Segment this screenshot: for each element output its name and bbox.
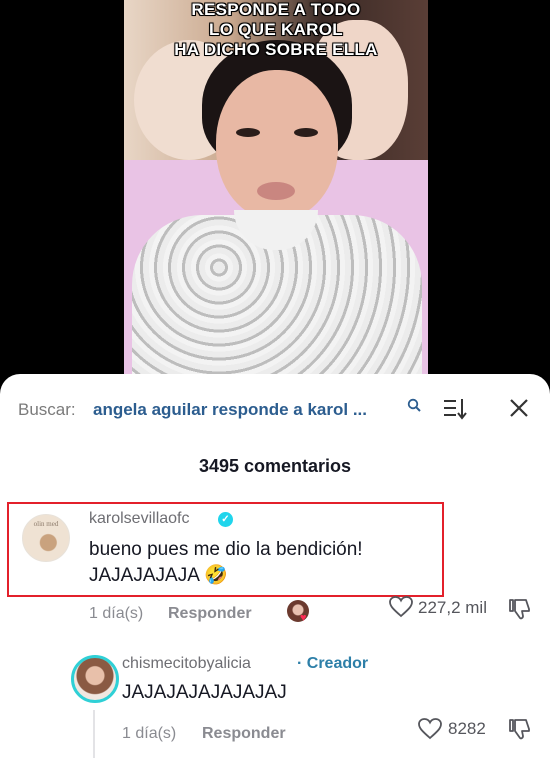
speaker-eye-right (294, 128, 318, 137)
speaker-mouth (257, 182, 295, 200)
comments-count: 3495 comentarios (198, 456, 352, 476)
comment-text-line: bueno pues me dio la bendición! (89, 539, 363, 560)
avatar[interactable]: olin med (22, 514, 70, 562)
video-caption-line: HA DICHO SOBRE ELLA (174, 40, 378, 59)
reply-text: JAJAJAJAJAJAJAJ (122, 682, 287, 703)
like-count: 8282 (448, 719, 486, 738)
comment-username[interactable]: karolsevillaofc (89, 510, 189, 528)
creator-badge: · Creador (297, 655, 369, 672)
reply-date: 1 día(s) (122, 725, 177, 742)
video-caption: RESPONDE A TODO LO QUE KAROL HA DICHO SO… (124, 0, 428, 60)
search-query-link[interactable]: angela aguilar responde a karol ... (93, 400, 367, 420)
thread-line (93, 710, 95, 758)
like-heart-icon[interactable] (418, 718, 442, 740)
creator-liked-heart-icon: ♥ (300, 612, 307, 624)
reply-button[interactable]: Responder (168, 605, 252, 623)
reply-username[interactable]: chismecitobyalicia (122, 655, 251, 673)
like-heart-icon[interactable] (389, 596, 413, 618)
sort-icon[interactable] (442, 397, 468, 421)
verified-badge-icon: ✓ (218, 512, 233, 527)
dislike-icon[interactable] (507, 717, 531, 741)
comment-text: bueno pues me dio la bendición! JAJAJAJA… (89, 537, 439, 589)
reply-button[interactable]: Responder (202, 725, 286, 743)
speaker-eye-left (236, 128, 260, 137)
search-bar[interactable]: Buscar: angela aguilar responde a karol … (18, 396, 532, 426)
search-icon[interactable] (407, 398, 421, 412)
video-player[interactable]: RESPONDE A TODO LO QUE KAROL HA DICHO SO… (0, 0, 550, 390)
close-icon[interactable] (508, 397, 530, 419)
avatar[interactable] (71, 655, 119, 703)
comment-date: 1 día(s) (89, 605, 144, 622)
comment-text-line: JAJAJAJAJA 🤣 (89, 565, 228, 586)
like-count: 227,2 mil (418, 598, 487, 617)
video-frame: RESPONDE A TODO LO QUE KAROL HA DICHO SO… (124, 0, 428, 390)
search-label: Buscar: (18, 400, 76, 419)
avatar-brand-text: olin med (33, 520, 59, 528)
video-caption-line: LO QUE KAROL (209, 20, 343, 39)
dislike-icon[interactable] (507, 597, 531, 621)
video-caption-line: RESPONDE A TODO (191, 0, 361, 19)
comments-sheet: Buscar: angela aguilar responde a karol … (0, 374, 550, 759)
